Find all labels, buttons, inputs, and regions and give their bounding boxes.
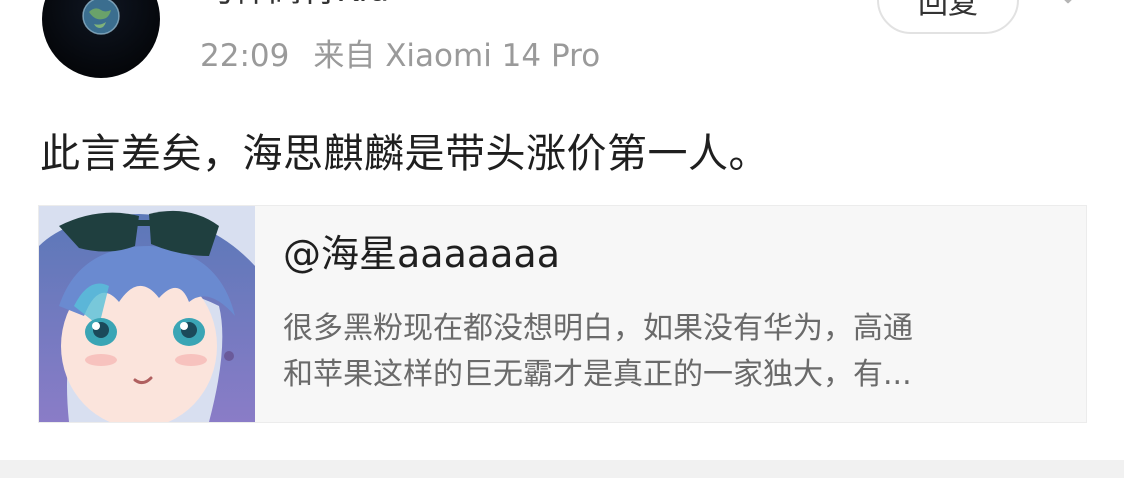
quoted-author[interactable]: @海星aaaaaaa (283, 232, 560, 276)
quoted-post-thumbnail (39, 206, 255, 422)
reply-button[interactable]: 回复 (877, 0, 1019, 34)
chevron-down-icon[interactable] (1058, 0, 1078, 4)
comment-view: 马棒高背Kid 22:09 来自 Xiaomi 14 Pro 回复 此言差矣，海思… (0, 0, 1124, 478)
planet-avatar-icon (82, 0, 120, 35)
post-text: 此言差矣，海思麒麟是带头涨价第一人。 (40, 131, 769, 177)
post-source: 来自 Xiaomi 14 Pro (313, 38, 601, 74)
post-time: 22:09 (200, 38, 290, 74)
post-meta: 22:09 来自 Xiaomi 14 Pro (200, 38, 600, 74)
username[interactable]: 马棒高背Kid (200, 0, 389, 10)
user-avatar[interactable] (42, 0, 160, 78)
quoted-text-line: 很多黑粉现在都没想明白，如果没有华为，高通 (283, 311, 913, 346)
quoted-text-line: 和苹果这样的巨无霸才是真正的一家独大，有... (283, 357, 912, 392)
quoted-post-card[interactable]: @海星aaaaaaa 很多黑粉现在都没想明白，如果没有华为，高通 和苹果这样的巨… (38, 205, 1087, 423)
section-divider (0, 460, 1124, 478)
quoted-text: 很多黑粉现在都没想明白，如果没有华为，高通 和苹果这样的巨无霸才是真正的一家独大… (283, 306, 1073, 398)
anime-girl-avatar-icon (39, 206, 255, 422)
